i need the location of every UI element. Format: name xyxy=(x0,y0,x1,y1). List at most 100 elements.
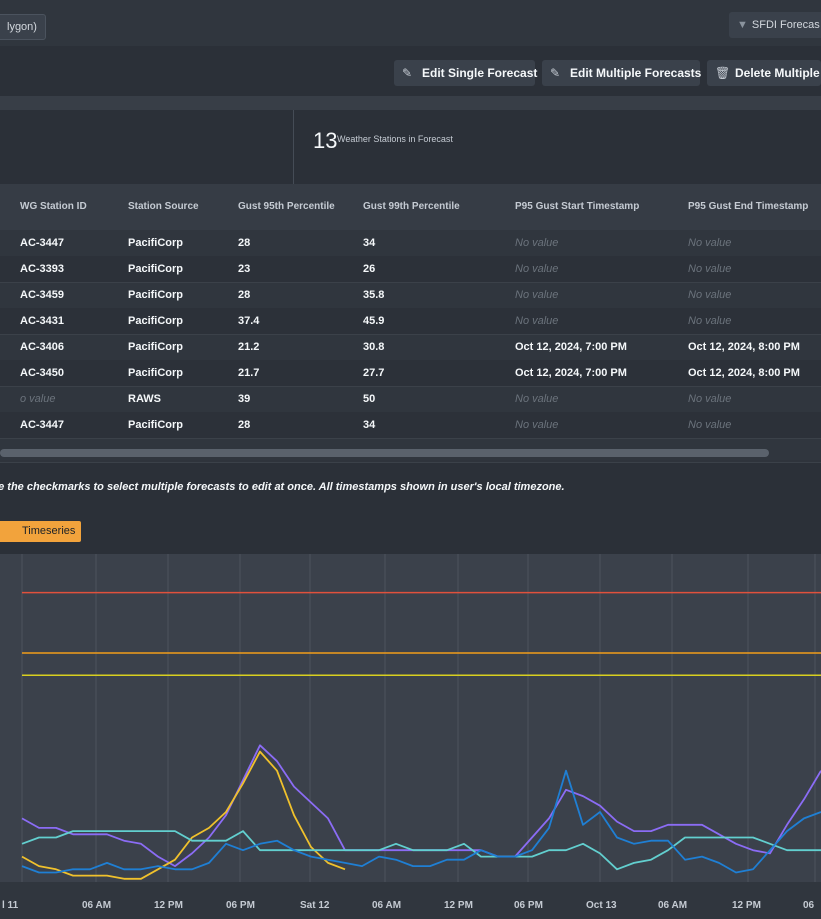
cell-gust-95: 39 xyxy=(238,393,251,405)
table-row[interactable]: AC-3393 PacifiCorp 23 26 No value No value xyxy=(0,256,821,283)
cell-station-source: PacifiCorp xyxy=(128,367,184,379)
cell-p95-start: No value xyxy=(515,289,559,301)
pencil-icon: ✎ xyxy=(550,66,561,80)
cell-p95-start: No value xyxy=(515,315,559,327)
filter-icon: ▼ xyxy=(737,19,748,31)
x-tick-label: 06 xyxy=(803,900,815,911)
table-row[interactable]: AC-3406 PacifiCorp 21.2 30.8 Oct 12, 2024, 7… xyxy=(0,334,821,361)
cell-gust-99: 50 xyxy=(363,393,376,405)
cell-gust-95: 37.4 xyxy=(238,315,260,327)
forecast-table: WG Station ID Station Source Gust 95th P… xyxy=(0,184,821,460)
delete-multiple-label: Delete Multiple xyxy=(735,66,820,80)
x-tick-label: 06 AM xyxy=(82,900,111,911)
cell-p95-end: No value xyxy=(688,393,732,405)
cell-station-source: RAWS xyxy=(128,393,161,405)
cell-station-source: PacifiCorp xyxy=(128,263,184,275)
cell-gust-99: 35.8 xyxy=(363,289,385,301)
x-tick-label: 12 PM xyxy=(444,900,473,911)
table-header: WG Station ID Station Source Gust 95th P… xyxy=(0,184,821,230)
cell-p95-start: No value xyxy=(515,393,559,405)
cell-station-source: PacifiCorp xyxy=(128,237,184,249)
column-header-gust-99[interactable]: Gust 99th Percentile xyxy=(363,201,460,212)
cell-station-id: AC-3459 xyxy=(20,289,65,301)
x-tick-label: 06 PM xyxy=(226,900,255,911)
x-tick-label: 12 PM xyxy=(732,900,761,911)
x-tick-label: Oct 13 xyxy=(586,900,617,911)
section-divider xyxy=(0,96,821,110)
cell-p95-start: No value xyxy=(515,237,559,249)
cell-gust-95: 21.2 xyxy=(238,341,260,353)
edit-single-forecast-button[interactable]: ✎ Edit Single Forecast xyxy=(394,60,538,86)
cell-station-id: o value xyxy=(20,393,56,405)
trash-icon: 🗑 xyxy=(715,66,731,80)
stats-panel xyxy=(0,110,821,184)
delete-multiple-button[interactable]: 🗑 Delete Multiple xyxy=(707,60,821,86)
cell-p95-start: Oct 12, 2024, 7:00 PM xyxy=(515,341,627,353)
cell-p95-end: No value xyxy=(688,263,732,275)
edit-multiple-forecasts-button[interactable]: ✎ Edit Multiple Forecasts xyxy=(542,60,702,86)
polygon-filter-chip[interactable]: lygon) xyxy=(0,14,46,40)
sfdi-button-label: SFDI Forecas xyxy=(751,19,820,31)
timeseries-chart-svg: l 11 06 AM 12 PM 06 PM Sat 12 06 AM 12 PM 06 PM… xyxy=(0,554,821,919)
cell-p95-end: Oct 12, 2024, 8:00 PM xyxy=(688,367,800,379)
column-header-station-id[interactable]: WG Station ID xyxy=(20,201,87,212)
cell-gust-99: 34 xyxy=(363,237,376,249)
cell-gust-95: 28 xyxy=(238,237,251,249)
sfdi-forecast-filter-button[interactable]: ▼ SFDI Forecas xyxy=(729,12,821,38)
cell-p95-start: No value xyxy=(515,263,559,275)
cell-gust-99: 26 xyxy=(363,263,376,275)
cell-p95-start: No value xyxy=(515,419,559,431)
x-tick-label: Sat 12 xyxy=(300,900,330,911)
column-header-gust-95[interactable]: Gust 95th Percentile xyxy=(238,201,335,212)
table-row[interactable]: AC-3450 PacifiCorp 21.7 27.7 Oct 12, 2024, 7… xyxy=(0,360,821,387)
cell-station-id: AC-3450 xyxy=(20,367,65,379)
x-tick-label: 12 PM xyxy=(154,900,183,911)
cell-station-source: PacifiCorp xyxy=(128,315,184,327)
chart-tab-bar: Timeseries xyxy=(0,508,821,554)
actions-toolbar: ✎ Edit Single Forecast ✎ Edit Multiple For… xyxy=(0,46,821,97)
x-axis-band xyxy=(0,882,821,919)
timeseries-chart: l 11 06 AM 12 PM 06 PM Sat 12 06 AM 12 PM 06 PM… xyxy=(0,554,821,919)
cell-station-source: PacifiCorp xyxy=(128,419,184,431)
cell-gust-95: 28 xyxy=(238,419,251,431)
cell-station-id: AC-3431 xyxy=(20,315,65,327)
cell-station-id: AC-3447 xyxy=(20,237,65,249)
table-footer-note: se the checkmarks to select multiple for… xyxy=(0,481,565,493)
x-tick-label: l 11 xyxy=(2,900,19,911)
cell-p95-end: No value xyxy=(688,315,732,327)
cell-station-source: PacifiCorp xyxy=(128,289,184,301)
cell-p95-end: No value xyxy=(688,237,732,249)
cell-gust-95: 21.7 xyxy=(238,367,260,379)
cell-station-source: PacifiCorp xyxy=(128,341,184,353)
x-tick-label: 06 AM xyxy=(372,900,401,911)
x-tick-label: 06 PM xyxy=(514,900,543,911)
horizontal-scrollbar[interactable] xyxy=(0,449,769,457)
station-count: 13 xyxy=(313,128,338,153)
series-line-3 xyxy=(21,769,821,874)
table-footer-note-bar: se the checkmarks to select multiple for… xyxy=(0,462,821,509)
pencil-icon: ✎ xyxy=(402,66,413,80)
series-line-0 xyxy=(21,744,821,868)
column-header-p95-end[interactable]: P95 Gust End Timestamp xyxy=(688,201,808,212)
table-row[interactable]: AC-3447 PacifiCorp 28 34 No value No value xyxy=(0,230,821,257)
cell-p95-end: No value xyxy=(688,419,732,431)
table-row[interactable]: AC-3447 PacifiCorp 28 34 No value No value xyxy=(0,412,821,439)
table-row[interactable]: AC-3431 PacifiCorp 37.4 45.9 No value No valu… xyxy=(0,308,821,335)
cell-gust-99: 45.9 xyxy=(363,315,385,327)
series-line-2 xyxy=(21,830,821,871)
tab-timeseries[interactable]: Timeseries xyxy=(0,521,82,542)
column-header-station-source[interactable]: Station Source xyxy=(128,201,199,212)
column-header-p95-start[interactable]: P95 Gust Start Timestamp xyxy=(515,201,639,212)
cell-station-id: AC-3406 xyxy=(20,341,65,353)
edit-multiple-label: Edit Multiple Forecasts xyxy=(570,66,702,80)
stats-divider xyxy=(293,110,294,184)
cell-gust-95: 23 xyxy=(238,263,251,275)
cell-station-id: AC-3393 xyxy=(20,263,65,275)
cell-p95-end: Oct 12, 2024, 8:00 PM xyxy=(688,341,800,353)
table-row[interactable]: AC-3459 PacifiCorp 28 35.8 No value No value xyxy=(0,282,821,309)
cell-p95-end: No value xyxy=(688,289,732,301)
station-count-label: Weather Stations in Forecast xyxy=(337,134,453,144)
table-row[interactable]: o value RAWS 39 50 No value No value xyxy=(0,386,821,413)
cell-gust-99: 30.8 xyxy=(363,341,385,353)
edit-single-label: Edit Single Forecast xyxy=(422,66,538,80)
